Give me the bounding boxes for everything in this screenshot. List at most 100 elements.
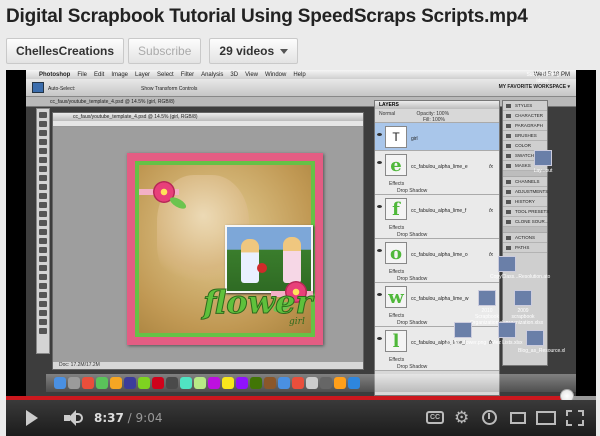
dock-app-icon[interactable]	[110, 377, 122, 389]
dock-app-icon[interactable]	[96, 377, 108, 389]
dock-app-icon[interactable]	[264, 377, 276, 389]
menu-item[interactable]: 3D	[230, 72, 238, 78]
layer-row[interactable]: e cc_fabulou_alpha_lime_e fx Effects Drop Sh…	[375, 151, 499, 195]
eye-icon[interactable]	[377, 133, 382, 136]
small-player-icon[interactable]	[510, 412, 526, 424]
desktop-file-label: Blog_as_Resource.xl	[518, 348, 566, 354]
dock-panel-paragraph[interactable]: PARAGRAPH	[503, 121, 547, 131]
desktop-file-icon[interactable]: Blog_as_Resource.xl	[518, 330, 565, 354]
menu-item[interactable]: Window	[265, 72, 286, 78]
menu-item[interactable]: Photoshop	[39, 72, 70, 78]
move-tool-icon	[32, 82, 44, 93]
layers-panel-title: LAYERS	[375, 101, 499, 109]
dock-app-icon[interactable]	[194, 377, 206, 389]
desktop-file-icon[interactable]: cc_ffo...flower.png	[446, 322, 486, 346]
videos-dropdown-button[interactable]: 29 videos	[209, 38, 299, 64]
fx-icon[interactable]: fx	[489, 208, 493, 214]
watch-later-icon[interactable]	[482, 410, 497, 425]
layer-row[interactable]: l cc_fabulou_alpha_lime_l fx Effects Drop Sh…	[375, 327, 499, 371]
layer-row[interactable]: Tgirl	[375, 123, 499, 151]
scrapbook-page: flower girl	[127, 153, 323, 345]
dock-app-icon[interactable]	[222, 377, 234, 389]
effects-label: Effects	[389, 313, 405, 319]
chevron-down-icon	[280, 48, 289, 54]
dock-panel-history[interactable]: HISTORY	[503, 197, 547, 207]
effect-name: Drop Shadow	[397, 232, 428, 238]
desktop-file-icon[interactable]: CopyClass...Resolution.ato	[490, 256, 550, 280]
dock-app-icon[interactable]	[138, 377, 150, 389]
volume-icon[interactable]	[64, 410, 84, 426]
menu-item[interactable]: Layer	[135, 72, 150, 78]
current-time: 8:37	[94, 411, 124, 425]
captions-icon[interactable]: CC	[426, 411, 444, 424]
desktop-file-icon[interactable]: Succ...Building Ideas.	[526, 70, 560, 84]
dock-panel-character[interactable]: CHARACTER	[503, 111, 547, 121]
options-bar: Auto-Select: Show Transform Controls MY …	[26, 79, 576, 97]
dock-app-icon[interactable]	[152, 377, 164, 389]
dock-app-icon[interactable]	[208, 377, 220, 389]
dock-panel-brushes[interactable]: BRUSHES	[503, 131, 547, 141]
eye-icon[interactable]	[377, 337, 382, 340]
dock-app-icon[interactable]	[250, 377, 262, 389]
dock-app-icon[interactable]	[306, 377, 318, 389]
dock-panel-clone-sour[interactable]: CLONE SOUR...	[503, 217, 549, 227]
eye-icon[interactable]	[377, 205, 382, 208]
layer-thumbnail: T	[385, 126, 407, 148]
subscribe-button[interactable]: Subscribe	[128, 38, 202, 64]
dock-panel-paths[interactable]: PATHS	[503, 243, 547, 253]
dock-app-icon[interactable]	[292, 377, 304, 389]
dock-panel-styles[interactable]: STYLES	[503, 101, 547, 111]
fx-icon[interactable]: fx	[489, 164, 493, 170]
menu-item[interactable]: Filter	[181, 72, 194, 78]
layer-thumbnail: l	[385, 330, 407, 352]
menu-item[interactable]: View	[245, 72, 258, 78]
dock-panel-tool-presets[interactable]: TOOL PRESETS	[503, 207, 549, 217]
dock-app-icon[interactable]	[278, 377, 290, 389]
doc-status: Doc: 17.2M/17.2M	[53, 362, 363, 369]
layer-row[interactable]: o cc_fabulou_alpha_lime_o fx Effects Drop Sh…	[375, 239, 499, 283]
menu-item[interactable]: Analysis	[201, 72, 223, 78]
dock-panel-channels[interactable]: CHANNELS	[503, 177, 547, 187]
menu-item[interactable]: Help	[293, 72, 305, 78]
dock-app-icon[interactable]	[236, 377, 248, 389]
eye-icon[interactable]	[377, 293, 382, 296]
dock-app-icon[interactable]	[82, 377, 94, 389]
dock-app-icon[interactable]	[348, 377, 360, 389]
layer-row[interactable]: f cc_fabulou_alpha_lime_f fx Effects Drop Sh…	[375, 195, 499, 239]
channel-name-button[interactable]: ChellesCreations	[6, 38, 125, 64]
dock-app-icon[interactable]	[166, 377, 178, 389]
desktop-file-icon[interactable]: Lay...out	[526, 150, 560, 174]
video-frame[interactable]: Photoshop File Edit Image Layer Select Filter A…	[26, 70, 576, 396]
video-player[interactable]: Photoshop File Edit Image Layer Select Filter A…	[6, 70, 596, 436]
large-player-icon[interactable]	[536, 411, 556, 425]
dock-app-icon[interactable]	[124, 377, 136, 389]
dock-app-icon[interactable]	[54, 377, 66, 389]
menu-item[interactable]: Edit	[94, 72, 104, 78]
blend-mode-select[interactable]: Normal	[379, 111, 395, 117]
dock-panel-actions[interactable]: ACTIONS	[503, 233, 547, 243]
fullscreen-icon[interactable]	[566, 410, 584, 426]
menu-item[interactable]: Image	[111, 72, 128, 78]
dock-app-icon[interactable]	[180, 377, 192, 389]
dock-panel-adjustments[interactable]: ADJUSTMENTS	[503, 187, 548, 197]
dock-app-icon[interactable]	[334, 377, 346, 389]
doc-window-title: cc_faux/youtube_template_4.psd @ 14.5% (…	[53, 113, 363, 121]
gear-icon[interactable]: ⚙	[454, 409, 469, 426]
tools-panel	[36, 108, 50, 354]
layers-options: Normal Opacity: 100% Fill: 100%	[375, 109, 499, 123]
play-icon[interactable]	[26, 410, 38, 426]
dock-app-icon[interactable]	[68, 377, 80, 389]
desktop-file-icon[interactable]: 2009 scrapbook organization.xlsx	[506, 290, 543, 326]
desktop-file-label: Lay...out	[533, 168, 553, 174]
layer-thumbnail: o	[385, 242, 407, 264]
effects-label: Effects	[389, 357, 405, 363]
menu-item[interactable]: Select	[157, 72, 174, 78]
effects-label: Effects	[389, 225, 405, 231]
dock-app-icon[interactable]	[320, 377, 332, 389]
effect-name: Drop Shadow	[397, 364, 428, 370]
video-title: Digital Scrapbook Tutorial Using SpeedSc…	[6, 6, 528, 27]
eye-icon[interactable]	[377, 161, 382, 164]
eye-icon[interactable]	[377, 249, 382, 252]
desktop-file-icon[interactable]: 2010 Scrapbook Organization.xlsx	[470, 290, 508, 326]
menu-item[interactable]: File	[77, 72, 87, 78]
